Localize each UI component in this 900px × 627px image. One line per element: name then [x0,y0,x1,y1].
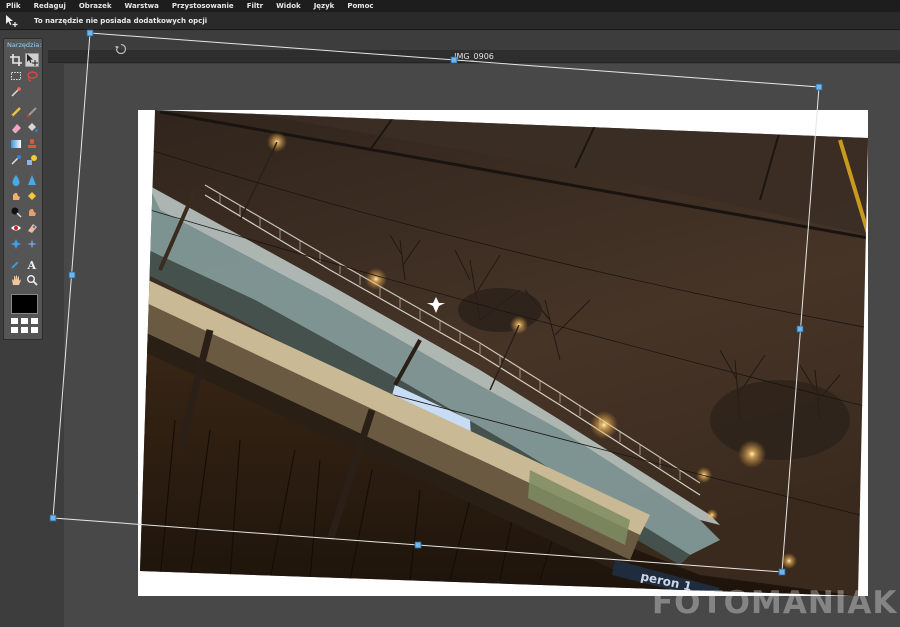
handle-bottom-left[interactable] [49,514,57,522]
handle-bottom-middle[interactable] [414,541,422,549]
layout-grid-icon[interactable] [11,318,38,334]
sharpen-icon[interactable] [25,173,39,187]
color-replace-icon[interactable] [9,153,23,167]
pencil-icon[interactable] [9,105,23,119]
pinch-icon[interactable] [25,237,39,251]
brush-icon[interactable] [25,105,39,119]
red-eye-icon[interactable] [9,221,23,235]
eraser-icon[interactable] [9,121,23,135]
zoom-icon[interactable] [25,273,39,287]
toolbox-panel: Narzędzia: A [3,38,43,340]
drawing-icon[interactable] [25,153,39,167]
app-window: Plik Redaguj Obrazek Warstwa Przystosowa… [0,0,900,627]
gradient-icon[interactable] [9,137,23,151]
sponge-icon[interactable] [25,189,39,203]
type-icon[interactable]: A [25,257,39,271]
lasso-icon[interactable] [25,69,39,83]
handle-top-right[interactable] [815,83,823,91]
smudge-icon[interactable] [9,189,23,203]
crop-icon[interactable] [9,53,23,67]
marquee-icon[interactable] [9,69,23,83]
wand-icon[interactable] [9,85,23,99]
handle-top-left[interactable] [86,29,94,37]
spot-heal-icon[interactable] [25,221,39,235]
move-icon[interactable] [25,53,39,67]
bloat-icon[interactable] [9,237,23,251]
toolbox-title: Narzędzia: [7,41,42,49]
svg-text:A: A [27,259,37,270]
handle-bottom-right[interactable] [778,568,786,576]
burn-icon[interactable] [25,205,39,219]
picker-icon[interactable] [9,257,23,271]
handle-top-middle[interactable] [450,56,458,64]
hand-icon[interactable] [9,273,23,287]
watermark-logo: FOTOMANIAK [652,585,898,621]
bucket-icon[interactable] [25,121,39,135]
foreground-color-swatch[interactable] [11,294,38,314]
blur-icon[interactable] [9,173,23,187]
dodge-icon[interactable] [9,205,23,219]
handle-right-middle[interactable] [796,325,804,333]
stamp-icon[interactable] [25,137,39,151]
photo-image[interactable]: peron 1 [0,0,900,627]
handle-left-middle[interactable] [68,271,76,279]
